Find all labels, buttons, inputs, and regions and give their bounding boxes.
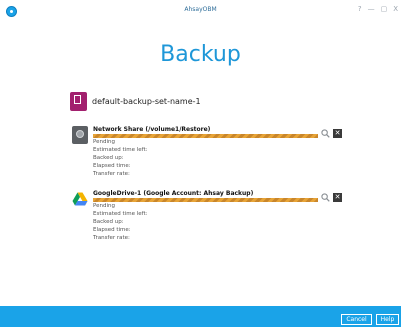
backed-up-label: Backed up: <box>93 155 124 161</box>
app-title: AhsayOBM <box>184 6 217 13</box>
transfer-rate-label: Transfer rate: <box>93 235 130 241</box>
close-button[interactable]: X <box>393 4 398 14</box>
transfer-rate-label: Transfer rate: <box>93 171 130 177</box>
estimated-time-left-label: Estimated time left: <box>93 211 148 217</box>
backup-set-name: default-backup-set-name-1 <box>92 97 201 106</box>
status-text: Pending <box>93 139 115 145</box>
search-icon[interactable] <box>321 193 330 202</box>
footer-bar: Cancel Help <box>0 306 401 327</box>
backup-set-icon <box>70 92 87 111</box>
stop-icon[interactable]: ✕ <box>333 129 342 138</box>
help-button[interactable]: Help <box>376 314 399 325</box>
elapsed-time-label: Elapsed time: <box>93 163 131 169</box>
page-title: Backup <box>160 42 241 67</box>
minimize-button[interactable]: — <box>368 4 375 14</box>
estimated-time-left-label: Estimated time left: <box>93 147 148 153</box>
elapsed-time-label: Elapsed time: <box>93 227 131 233</box>
destination-title: Network Share (/volume1/Restore) <box>93 126 211 133</box>
destination-details: Network Share (/volume1/Restore) Pending… <box>93 126 318 178</box>
backed-up-label: Backed up: <box>93 219 124 225</box>
google-drive-icon <box>72 192 88 206</box>
network-share-icon <box>72 126 88 144</box>
stop-icon[interactable]: ✕ <box>333 193 342 202</box>
cancel-button[interactable]: Cancel <box>341 314 372 325</box>
title-bar: AhsayOBM ? — ▢ X <box>0 0 401 22</box>
destination-details: GoogleDrive-1 (Google Account: Ahsay Bac… <box>93 190 318 242</box>
status-text: Pending <box>93 203 115 209</box>
maximize-button[interactable]: ▢ <box>381 4 388 14</box>
window-controls: ? — ▢ X <box>358 4 398 14</box>
backup-set: default-backup-set-name-1 <box>70 92 201 111</box>
search-icon[interactable] <box>321 129 330 138</box>
help-window-button[interactable]: ? <box>358 4 362 14</box>
destination-title: GoogleDrive-1 (Google Account: Ahsay Bac… <box>93 190 254 197</box>
